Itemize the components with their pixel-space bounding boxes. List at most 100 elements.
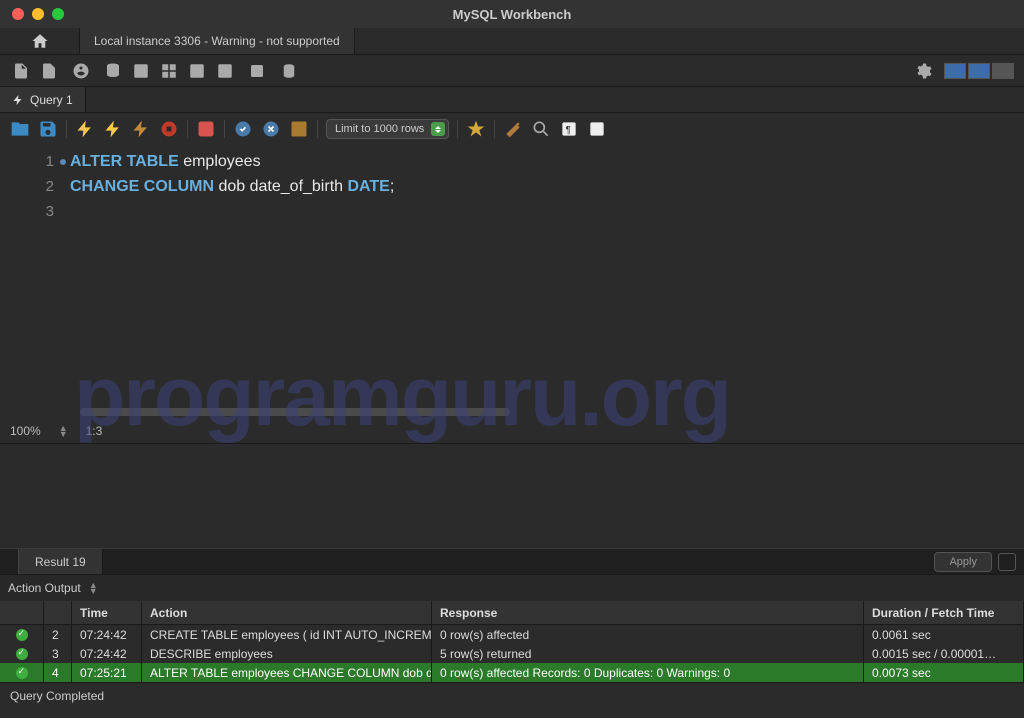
wrap-icon[interactable] [587, 119, 607, 139]
autocommit-icon[interactable] [289, 119, 309, 139]
output-cell-time: 07:24:42 [72, 625, 142, 644]
db-icon-4[interactable] [186, 60, 208, 82]
result-tab[interactable]: Result 19 [18, 549, 103, 574]
results-area [0, 444, 1024, 548]
output-cell-duration: 0.0015 sec / 0.00001… [864, 644, 1024, 663]
db-icon-3[interactable] [158, 60, 180, 82]
breakpoint-dot-icon [60, 159, 66, 165]
svg-text:¶: ¶ [566, 125, 571, 136]
output-cell-time: 07:24:42 [72, 644, 142, 663]
status-bar: Query Completed [0, 682, 1024, 708]
output-row[interactable]: 307:24:42DESCRIBE employees5 row(s) retu… [0, 644, 1024, 663]
output-header-duration: Duration / Fetch Time [864, 601, 1024, 624]
no-limit-icon[interactable] [196, 119, 216, 139]
editor-status-bar: 100% ▲▼ 1:3 [0, 418, 1024, 444]
code-line-2: CHANGE COLUMN dob date_of_birth DATE; [70, 174, 1024, 199]
connection-tab[interactable]: Local instance 3306 - Warning - not supp… [80, 28, 355, 54]
window-title: MySQL Workbench [453, 7, 572, 22]
close-window-button[interactable] [12, 8, 24, 20]
output-header-status [0, 601, 44, 624]
db-icon-1[interactable] [102, 60, 124, 82]
save-file-icon[interactable] [38, 119, 58, 139]
status-ok-icon [16, 667, 28, 679]
execute-icon[interactable] [75, 119, 95, 139]
gutter-line-3: 3 [0, 199, 70, 224]
minimize-window-button[interactable] [32, 8, 44, 20]
stop-icon[interactable] [159, 119, 179, 139]
inspector-icon[interactable] [70, 60, 92, 82]
status-message: Query Completed [10, 689, 104, 703]
code-line-1: ALTER TABLE employees [70, 149, 1024, 174]
output-cell-response: 0 row(s) affected [432, 625, 864, 644]
output-row[interactable]: 207:24:42CREATE TABLE employees ( id INT… [0, 625, 1024, 644]
horizontal-scrollbar[interactable] [80, 408, 510, 416]
home-icon [31, 32, 49, 50]
output-cell-time: 07:25:21 [72, 663, 142, 682]
db-icon-5[interactable] [214, 60, 236, 82]
output-cell-index: 4 [44, 663, 72, 682]
output-grid: Time Action Response Duration / Fetch Ti… [0, 601, 1024, 682]
apply-button[interactable]: Apply [934, 552, 992, 572]
bottom-panel-toggle[interactable] [968, 63, 990, 79]
result-tab-bar: Result 19 Apply [0, 548, 1024, 575]
output-cell-index: 2 [44, 625, 72, 644]
lightning-icon [12, 94, 24, 106]
line-gutter: 1 2 3 [0, 145, 70, 418]
home-tab[interactable] [0, 28, 80, 54]
zoom-level: 100% [10, 424, 41, 438]
zoom-window-button[interactable] [52, 8, 64, 20]
output-cell-action: ALTER TABLE employees CHANGE COLUMN dob … [142, 663, 432, 682]
gutter-line-2: 2 [0, 174, 70, 199]
commit-icon[interactable] [233, 119, 253, 139]
open-file-icon[interactable] [10, 119, 30, 139]
db-icon-6[interactable] [246, 60, 268, 82]
beautify-icon[interactable] [503, 119, 523, 139]
connection-tab-bar: Local instance 3306 - Warning - not supp… [0, 28, 1024, 55]
limit-rows-select[interactable]: Limit to 1000 rows [326, 119, 449, 139]
db-icon-7[interactable] [278, 60, 300, 82]
code-area[interactable]: ALTER TABLE employees CHANGE COLUMN dob … [70, 145, 1024, 418]
execute-current-icon[interactable] [103, 119, 123, 139]
output-cell-duration: 0.0073 sec [864, 663, 1024, 682]
status-ok-icon [16, 648, 28, 660]
output-header-action: Action [142, 601, 432, 624]
output-selector-icon[interactable]: ▲▼ [89, 582, 98, 594]
favorite-icon[interactable] [466, 119, 486, 139]
code-line-3 [70, 199, 1024, 224]
left-panel-toggle[interactable] [944, 63, 966, 79]
output-cell-action: CREATE TABLE employees ( id INT AUTO_INC… [142, 625, 432, 644]
main-toolbar [0, 55, 1024, 87]
sql-toolbar: Limit to 1000 rows ¶ [0, 113, 1024, 145]
invisible-chars-icon[interactable]: ¶ [559, 119, 579, 139]
zoom-stepper[interactable]: ▲▼ [59, 425, 68, 437]
status-ok-icon [16, 629, 28, 641]
output-row[interactable]: 407:25:21ALTER TABLE employees CHANGE CO… [0, 663, 1024, 682]
query-tab-bar: Query 1 [0, 87, 1024, 113]
query-tab-label: Query 1 [30, 93, 73, 107]
output-cell-response: 5 row(s) returned [432, 644, 864, 663]
action-output-header: Action Output ▲▼ [0, 575, 1024, 601]
sql-editor[interactable]: 1 2 3 ALTER TABLE employees CHANGE COLUM… [0, 145, 1024, 418]
new-sql-tab-icon[interactable] [10, 60, 32, 82]
query-tab[interactable]: Query 1 [0, 87, 86, 112]
output-cell-action: DESCRIBE employees [142, 644, 432, 663]
output-cell-response: 0 row(s) affected Records: 0 Duplicates:… [432, 663, 864, 682]
output-cell-duration: 0.0061 sec [864, 625, 1024, 644]
open-sql-file-icon[interactable] [38, 60, 60, 82]
explain-icon[interactable] [131, 119, 151, 139]
db-icon-2[interactable] [130, 60, 152, 82]
output-header-response: Response [432, 601, 864, 624]
revert-button[interactable] [998, 553, 1016, 571]
output-cell-index: 3 [44, 644, 72, 663]
cursor-position: 1:3 [86, 424, 103, 438]
right-panel-toggle[interactable] [992, 63, 1014, 79]
window-controls [0, 8, 64, 20]
action-output-label: Action Output [8, 581, 81, 595]
titlebar: MySQL Workbench [0, 0, 1024, 28]
output-header-row: Time Action Response Duration / Fetch Ti… [0, 601, 1024, 625]
rollback-icon[interactable] [261, 119, 281, 139]
settings-gear-icon[interactable] [912, 60, 934, 82]
output-header-time: Time [72, 601, 142, 624]
select-arrows-icon [431, 122, 445, 136]
find-icon[interactable] [531, 119, 551, 139]
